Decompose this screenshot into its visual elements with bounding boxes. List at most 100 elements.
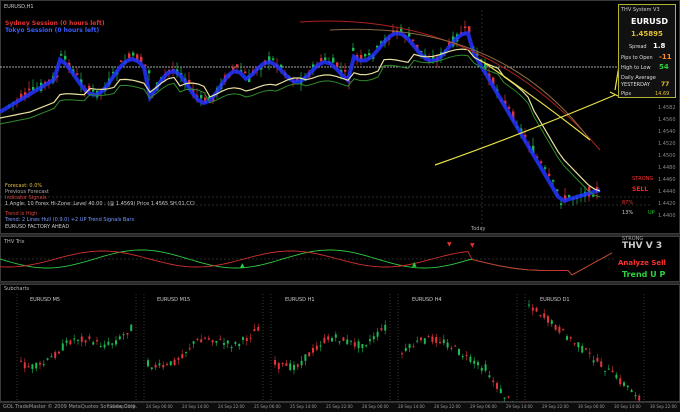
sub-candle-body: [103, 344, 106, 348]
candle-body: [132, 52, 135, 56]
sub-candle-body: [253, 328, 256, 332]
sub-candle-body: [181, 354, 184, 359]
scoreboard-panel: THV System V3 EURUSD 1.45895 Spread 1.8 …: [618, 4, 676, 98]
sub-candle-body: [207, 338, 210, 340]
sub-candle-body: [73, 338, 76, 340]
subchart-title-h1: EURUSD H1: [285, 297, 315, 303]
sub-candle-body: [531, 307, 534, 311]
sub-candle-body: [596, 357, 599, 362]
sub-candle-body: [296, 364, 299, 367]
sub-candle-body: [80, 336, 83, 342]
sub-candle-body: [380, 328, 383, 331]
candle-body: [92, 89, 95, 92]
sub-candle-body: [58, 351, 60, 354]
candle-body: [320, 58, 323, 62]
sub-candle-body: [384, 324, 387, 331]
trix-line-red: [0, 250, 613, 276]
candle-body: [552, 180, 555, 182]
sub-candle-body: [185, 351, 187, 353]
sub-candle-body: [357, 341, 360, 349]
candle-body: [28, 88, 31, 91]
sub-candle-body: [569, 337, 572, 339]
sub-candle-body: [588, 352, 591, 354]
sub-candle-body: [150, 367, 153, 370]
sell-arrow: ▼: [470, 242, 475, 249]
sub-candle-body: [334, 334, 337, 338]
sub-candle-body: [77, 339, 79, 341]
candle-body: [244, 71, 247, 74]
sub-candle-body: [204, 337, 206, 339]
sub-candle-body: [562, 328, 565, 331]
sub-candle-body: [215, 340, 218, 343]
sub-candle-body: [376, 331, 379, 337]
time-axis-label: 25 Sep 14:00: [290, 404, 317, 409]
buy-arrow: ▲: [240, 262, 245, 269]
sub-candle-body: [188, 348, 191, 350]
sub-candle-body: [46, 358, 49, 360]
sub-candle-body: [196, 338, 199, 340]
sub-candle-body: [245, 338, 248, 341]
sub-candle-body: [566, 336, 568, 340]
candle-body: [64, 55, 67, 60]
signal-percent: 87%: [622, 200, 634, 206]
candle-body: [148, 70, 151, 74]
sub-candle-body: [469, 356, 472, 362]
sub-candle-body: [35, 362, 38, 369]
price-axis-label: 1.4420: [658, 201, 676, 207]
price-axis-label: 1.4540: [658, 129, 676, 135]
sub-candle-body: [226, 340, 229, 344]
sub-candle-body: [528, 304, 530, 306]
sub-candle-body: [577, 342, 580, 348]
main-chart-canvas[interactable]: [0, 0, 680, 234]
signal-strong: STRONG: [632, 176, 654, 182]
sub-candle-body: [319, 345, 322, 347]
scoreboard-row2: High to Low: [621, 65, 651, 71]
sub-candle-body: [230, 347, 233, 349]
sub-candle-body: [130, 324, 133, 332]
sub-candle-body: [492, 380, 495, 383]
sub-candle-body: [431, 336, 434, 342]
sub-candle-body: [242, 337, 244, 340]
sub-candle-body: [581, 346, 584, 353]
sub-candle-body: [304, 354, 307, 361]
candle-body: [548, 173, 551, 176]
candle-body: [60, 54, 63, 56]
sub-candle-body: [420, 337, 422, 341]
subcharts-canvas[interactable]: [0, 284, 680, 402]
candle-body: [592, 195, 595, 197]
sub-candle-body: [99, 345, 102, 347]
sub-candle-body: [23, 362, 26, 369]
sub-candle-body: [54, 352, 57, 358]
ma-band-blue: [0, 30, 601, 203]
sub-candle-body: [327, 336, 330, 340]
time-axis-label: 29 Sep 14:00: [506, 404, 533, 409]
sub-candle-body: [211, 340, 214, 343]
sub-candle-body: [592, 360, 595, 363]
sub-candle-body: [461, 356, 464, 358]
price-axis-label: 1.4400: [658, 213, 676, 219]
sub-candle-body: [323, 337, 326, 343]
scoreboard-row1-val: -11: [659, 53, 672, 61]
sub-candle-body: [550, 320, 553, 324]
sub-candle-body: [158, 363, 161, 366]
sub-candle-body: [300, 360, 303, 366]
sub-candle-body: [480, 368, 483, 371]
price-axis-label: 1.4440: [658, 189, 676, 195]
sub-candle-body: [192, 341, 195, 344]
sub-candle-body: [96, 340, 98, 342]
sub-candle-body: [454, 345, 457, 347]
sub-candle-body: [293, 364, 295, 370]
sub-candle-body: [558, 326, 561, 333]
sub-candle-body: [573, 343, 576, 345]
sub-candle-body: [615, 374, 618, 379]
subchart-title-m15: EURUSD M15: [157, 297, 191, 303]
sub-candle-body: [604, 370, 606, 372]
indicator-canvas[interactable]: ▲ ▲ ▼ ▼: [0, 236, 680, 282]
price-axis-label: 1.4500: [658, 153, 676, 159]
sub-candle-body: [458, 348, 460, 355]
info-factory: EURUSD FACTORY AHEAD: [5, 224, 70, 230]
sub-candle-body: [404, 348, 407, 352]
scoreboard-row4-val: 77: [661, 81, 670, 88]
price-axis-label: 1.4480: [658, 165, 676, 171]
sub-candle-body: [499, 388, 502, 394]
